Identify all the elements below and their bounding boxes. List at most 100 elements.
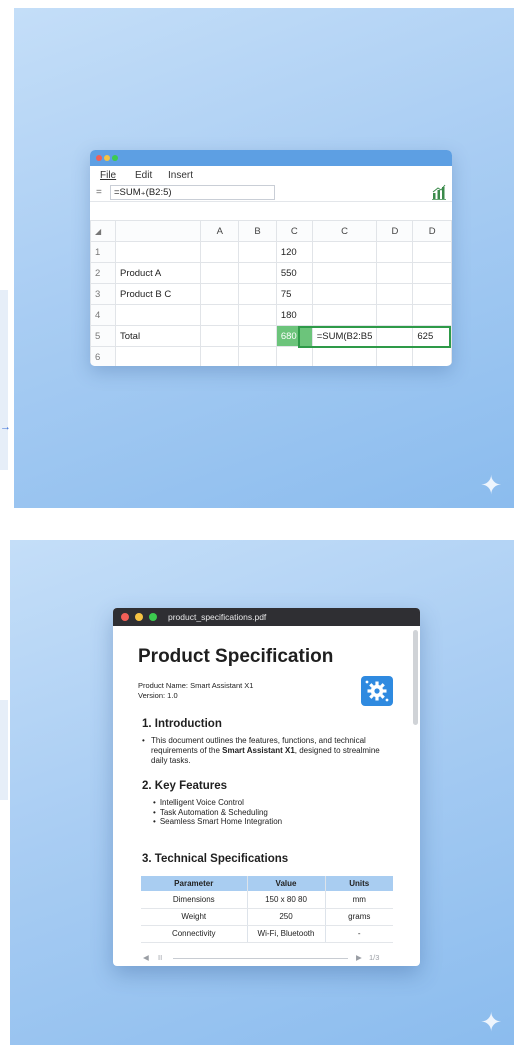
close-window-button[interactable] bbox=[96, 155, 102, 161]
cell-a[interactable] bbox=[200, 304, 240, 326]
edge-strip-bottom bbox=[0, 700, 8, 800]
gear-icon bbox=[361, 676, 393, 706]
cell-c-2[interactable]: =SUM(B2:B5 bbox=[311, 325, 378, 347]
cell-d[interactable] bbox=[376, 262, 414, 284]
maximize-window-button[interactable] bbox=[112, 155, 118, 161]
cell-c[interactable]: 75 bbox=[275, 283, 313, 305]
cell-b[interactable] bbox=[238, 283, 277, 305]
column-header-row: ◢ A B C C D D bbox=[90, 220, 452, 242]
cell-value: 250 bbox=[247, 908, 326, 926]
cell-a[interactable] bbox=[200, 241, 240, 263]
cell-c-2[interactable] bbox=[311, 283, 378, 305]
row-number[interactable]: 3 bbox=[90, 283, 116, 305]
table-row: 4 180 bbox=[90, 304, 452, 326]
cell-units: grams bbox=[325, 908, 393, 926]
cell-d-2[interactable] bbox=[412, 262, 452, 284]
table-row: 2 Product A 550 bbox=[90, 262, 452, 284]
list-item: Seamless Smart Home Integration bbox=[153, 817, 282, 827]
cell-d[interactable] bbox=[376, 325, 414, 347]
select-all-corner[interactable]: ◢ bbox=[90, 220, 116, 242]
menu-bar: File Edit Insert bbox=[90, 166, 452, 184]
menu-edit[interactable]: Edit bbox=[135, 170, 152, 181]
column-header-b[interactable]: B bbox=[238, 220, 277, 242]
cell-label[interactable] bbox=[114, 241, 202, 263]
table-row: 6 bbox=[90, 346, 452, 366]
section-heading-technical-specifications: 3. Technical Specifications bbox=[142, 853, 289, 865]
spreadsheet-panel: File Edit Insert = =SUM₊(B2:5) ◢ A B C C… bbox=[14, 8, 514, 508]
vertical-scrollbar[interactable] bbox=[413, 630, 418, 725]
cell-c-2[interactable] bbox=[311, 262, 378, 284]
cell-a[interactable] bbox=[200, 283, 240, 305]
maximize-window-button[interactable] bbox=[149, 613, 157, 621]
cell-a[interactable] bbox=[200, 325, 240, 347]
row-number[interactable]: 6 bbox=[90, 346, 116, 366]
cell-d[interactable] bbox=[376, 346, 414, 366]
cell-label[interactable]: Product A bbox=[114, 262, 202, 284]
column-header-c-2[interactable]: C bbox=[311, 220, 378, 242]
window-title: product_specifications.pdf bbox=[168, 612, 267, 622]
minimize-window-button[interactable] bbox=[135, 613, 143, 621]
cell-a[interactable] bbox=[200, 262, 240, 284]
minimize-window-button[interactable] bbox=[104, 155, 110, 161]
cell-d-2[interactable] bbox=[412, 241, 452, 263]
bar-chart-icon[interactable] bbox=[432, 184, 446, 205]
pause-button[interactable]: II bbox=[158, 953, 162, 962]
cell-b[interactable] bbox=[238, 241, 277, 263]
cell-c[interactable] bbox=[275, 346, 313, 366]
page-progress-track[interactable] bbox=[173, 958, 348, 959]
edge-strip-top bbox=[0, 290, 8, 470]
column-header-label[interactable] bbox=[114, 220, 202, 242]
menu-insert[interactable]: Insert bbox=[168, 170, 193, 181]
row-number[interactable]: 2 bbox=[90, 262, 116, 284]
cell-c[interactable]: 180 bbox=[275, 304, 313, 326]
cell-d[interactable] bbox=[376, 283, 414, 305]
menu-file[interactable]: File bbox=[100, 170, 116, 181]
row-number[interactable]: 1 bbox=[90, 241, 116, 263]
column-header-d[interactable]: D bbox=[376, 220, 414, 242]
cell-c[interactable]: 120 bbox=[275, 241, 313, 263]
pdf-viewer-window: product_specifications.pdf Product Speci… bbox=[113, 608, 420, 966]
close-window-button[interactable] bbox=[121, 613, 129, 621]
cell-c-2[interactable] bbox=[311, 346, 378, 366]
cell-b[interactable] bbox=[238, 325, 277, 347]
formula-label: = bbox=[96, 187, 102, 198]
cell-c-2[interactable] bbox=[311, 241, 378, 263]
column-header-a[interactable]: A bbox=[200, 220, 240, 242]
cell-d-2[interactable] bbox=[412, 304, 452, 326]
sparkle-icon: ✦ bbox=[480, 1007, 502, 1037]
cell-c[interactable]: 550 bbox=[275, 262, 313, 284]
cell-a[interactable] bbox=[200, 346, 240, 366]
intro-product-name: Smart Assistant X1 bbox=[222, 746, 295, 755]
cell-c-2[interactable] bbox=[311, 304, 378, 326]
section-heading-introduction: 1. Introduction bbox=[142, 718, 222, 730]
list-item: Task Automation & Scheduling bbox=[153, 808, 282, 818]
column-header-d-2[interactable]: D bbox=[412, 220, 452, 242]
column-header-units: Units bbox=[325, 876, 393, 891]
cell-parameter: Weight bbox=[141, 908, 248, 926]
row-number[interactable]: 5 bbox=[90, 325, 116, 347]
column-header-c[interactable]: C bbox=[275, 220, 313, 242]
spreadsheet-window: File Edit Insert = =SUM₊(B2:5) ◢ A B C C… bbox=[90, 150, 452, 366]
cell-d-2[interactable] bbox=[412, 346, 452, 366]
cell-label[interactable] bbox=[114, 346, 202, 366]
next-page-button[interactable]: ▶ bbox=[356, 953, 362, 962]
cell-d-2[interactable] bbox=[412, 283, 452, 305]
row-number[interactable]: 4 bbox=[90, 304, 116, 326]
cell-b[interactable] bbox=[238, 262, 277, 284]
cell-d-2[interactable]: 625 bbox=[412, 325, 452, 347]
cell-b[interactable] bbox=[238, 346, 277, 366]
cell-c-selected[interactable]: 680 bbox=[275, 325, 313, 347]
cell-units: - bbox=[325, 925, 393, 943]
cell-label[interactable] bbox=[114, 304, 202, 326]
pdf-panel: product_specifications.pdf Product Speci… bbox=[10, 540, 514, 1045]
previous-page-button[interactable]: ◀ bbox=[143, 953, 149, 962]
cell-label[interactable]: Total bbox=[114, 325, 202, 347]
cell-d[interactable] bbox=[376, 241, 414, 263]
list-item: Intelligent Voice Control bbox=[153, 798, 282, 808]
cell-label[interactable]: Product B C bbox=[114, 283, 202, 305]
pdf-navigation-bar: ◀ II ▶ 1/3 bbox=[113, 950, 420, 966]
formula-input[interactable]: =SUM₊(B2:5) bbox=[110, 185, 275, 200]
column-header-parameter: Parameter bbox=[141, 876, 248, 891]
cell-b[interactable] bbox=[238, 304, 277, 326]
cell-d[interactable] bbox=[376, 304, 414, 326]
